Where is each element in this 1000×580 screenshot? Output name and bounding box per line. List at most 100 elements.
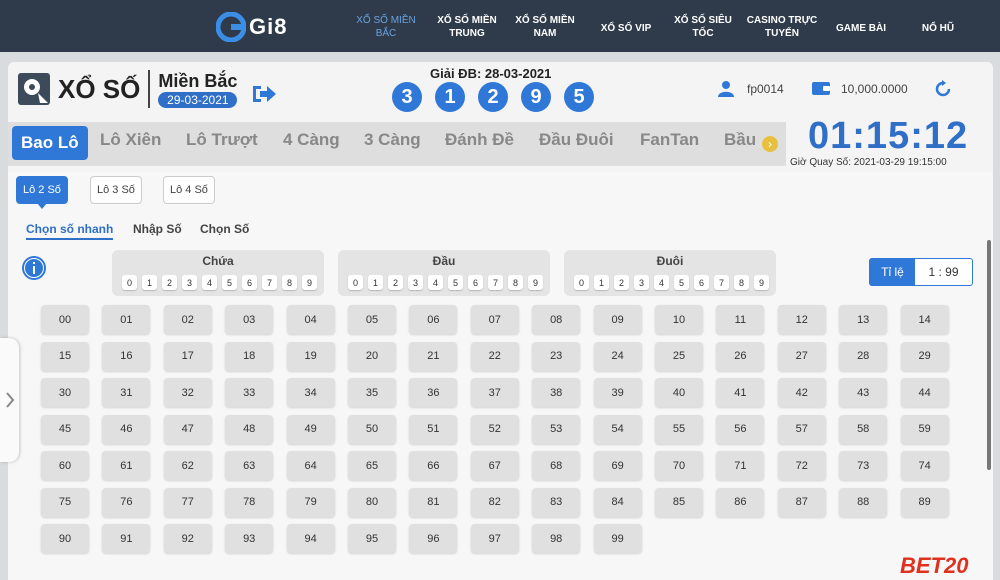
number-button[interactable]: 59 (900, 414, 949, 444)
nav-item[interactable]: XỔ SỐ SIÊU TỐC (671, 14, 735, 40)
filter-digit[interactable]: 3 (634, 275, 649, 290)
number-button[interactable]: 91 (102, 524, 151, 553)
site-logo[interactable]: Gi8 (216, 12, 287, 42)
filter-digit[interactable]: 8 (508, 275, 523, 290)
number-button[interactable]: 19 (286, 341, 335, 371)
number-button[interactable]: 71 (716, 451, 765, 480)
number-button[interactable]: 35 (348, 378, 396, 407)
number-button[interactable]: 39 (593, 378, 642, 407)
subtab-lo[interactable]: Lô 2 Số (16, 176, 68, 209)
filter-digit[interactable]: 4 (202, 275, 217, 290)
number-button[interactable]: 13 (839, 305, 888, 334)
number-button[interactable]: 86 (716, 487, 765, 517)
number-button[interactable]: 75 (41, 487, 89, 517)
number-button[interactable]: 03 (225, 305, 274, 334)
number-button[interactable]: 62 (163, 451, 212, 480)
filter-digit[interactable]: 7 (262, 275, 277, 290)
number-button[interactable]: 00 (41, 305, 89, 334)
number-button[interactable]: 77 (163, 487, 212, 517)
filter-digit[interactable]: 4 (654, 275, 669, 290)
number-button[interactable]: 40 (655, 378, 703, 407)
number-button[interactable]: 93 (225, 524, 274, 553)
number-button[interactable]: 53 (532, 414, 581, 444)
tab-item[interactable]: Lô Trượt (186, 130, 258, 150)
number-button[interactable]: 78 (225, 487, 274, 517)
subtab-lo[interactable]: Lô 4 Số (163, 176, 215, 204)
number-button[interactable]: 85 (655, 487, 703, 517)
number-button[interactable]: 23 (532, 341, 581, 371)
number-button[interactable]: 56 (716, 414, 765, 444)
number-button[interactable]: 92 (163, 524, 212, 553)
filter-digit[interactable]: 7 (714, 275, 729, 290)
filter-digit[interactable]: 6 (468, 275, 483, 290)
number-button[interactable]: 42 (777, 378, 826, 407)
number-button[interactable]: 70 (655, 451, 703, 480)
number-button[interactable]: 24 (593, 341, 642, 371)
number-button[interactable]: 64 (286, 451, 335, 480)
number-button[interactable]: 17 (163, 341, 212, 371)
number-button[interactable]: 97 (470, 524, 519, 553)
input-mode-tab[interactable]: Nhập Số (133, 222, 182, 236)
filter-digit[interactable]: 1 (142, 275, 157, 290)
tab-item[interactable]: Đánh Đề (445, 130, 514, 150)
scrollbar[interactable] (987, 240, 991, 470)
nav-item[interactable]: XỔ SỐ VIP (596, 22, 656, 35)
refresh-icon[interactable] (934, 80, 952, 98)
filter-digit[interactable]: 1 (368, 275, 383, 290)
number-button[interactable]: 58 (839, 414, 888, 444)
info-icon[interactable] (21, 255, 47, 281)
number-button[interactable]: 06 (409, 305, 458, 334)
number-button[interactable]: 22 (470, 341, 519, 371)
nav-item[interactable]: XỔ SỐ MIỀN BẮC (355, 14, 417, 40)
number-button[interactable]: 26 (716, 341, 765, 371)
number-button[interactable]: 12 (777, 305, 826, 334)
number-button[interactable]: 90 (41, 524, 89, 553)
number-button[interactable]: 52 (470, 414, 519, 444)
number-button[interactable]: 20 (348, 341, 396, 371)
number-button[interactable]: 08 (532, 305, 581, 334)
tab-item[interactable]: FanTan (640, 130, 699, 150)
number-button[interactable]: 65 (348, 451, 396, 480)
number-button[interactable]: 15 (41, 341, 89, 371)
filter-digit[interactable]: 5 (222, 275, 237, 290)
number-button[interactable]: 01 (102, 305, 151, 334)
input-mode-tab[interactable]: Chọn Số (200, 222, 249, 236)
filter-digit[interactable]: 5 (674, 275, 689, 290)
filter-digit[interactable]: 8 (282, 275, 297, 290)
number-button[interactable]: 25 (655, 341, 703, 371)
number-button[interactable]: 09 (593, 305, 642, 334)
filter-digit[interactable]: 3 (182, 275, 197, 290)
number-button[interactable]: 68 (532, 451, 581, 480)
number-button[interactable]: 07 (470, 305, 519, 334)
number-button[interactable]: 98 (532, 524, 581, 553)
number-button[interactable]: 99 (593, 524, 642, 553)
number-button[interactable]: 16 (102, 341, 151, 371)
number-button[interactable]: 87 (777, 487, 826, 517)
number-button[interactable]: 44 (900, 378, 949, 407)
number-button[interactable]: 34 (286, 378, 335, 407)
input-mode-tab[interactable]: Chọn số nhanh (26, 222, 114, 240)
number-button[interactable]: 82 (470, 487, 519, 517)
tab-item[interactable]: Đầu Đuôi (539, 130, 614, 150)
tab-item[interactable]: 4 Càng (283, 130, 340, 150)
nav-item[interactable]: NỔ HŨ (918, 22, 958, 35)
number-button[interactable]: 41 (716, 378, 765, 407)
number-button[interactable]: 45 (41, 414, 89, 444)
number-button[interactable]: 32 (163, 378, 212, 407)
filter-digit[interactable]: 0 (122, 275, 137, 290)
number-button[interactable]: 47 (163, 414, 212, 444)
number-button[interactable]: 05 (348, 305, 396, 334)
number-button[interactable]: 36 (409, 378, 458, 407)
number-button[interactable]: 69 (593, 451, 642, 480)
number-button[interactable]: 51 (409, 414, 458, 444)
filter-digit[interactable]: 9 (302, 275, 317, 290)
filter-digit[interactable]: 0 (348, 275, 363, 290)
number-button[interactable]: 18 (225, 341, 274, 371)
filter-digit[interactable]: 5 (448, 275, 463, 290)
number-button[interactable]: 83 (532, 487, 581, 517)
number-button[interactable]: 76 (102, 487, 151, 517)
number-button[interactable]: 04 (286, 305, 335, 334)
nav-item[interactable]: GAME BÀI (835, 22, 887, 35)
number-button[interactable]: 14 (900, 305, 949, 334)
number-button[interactable]: 80 (348, 487, 396, 517)
